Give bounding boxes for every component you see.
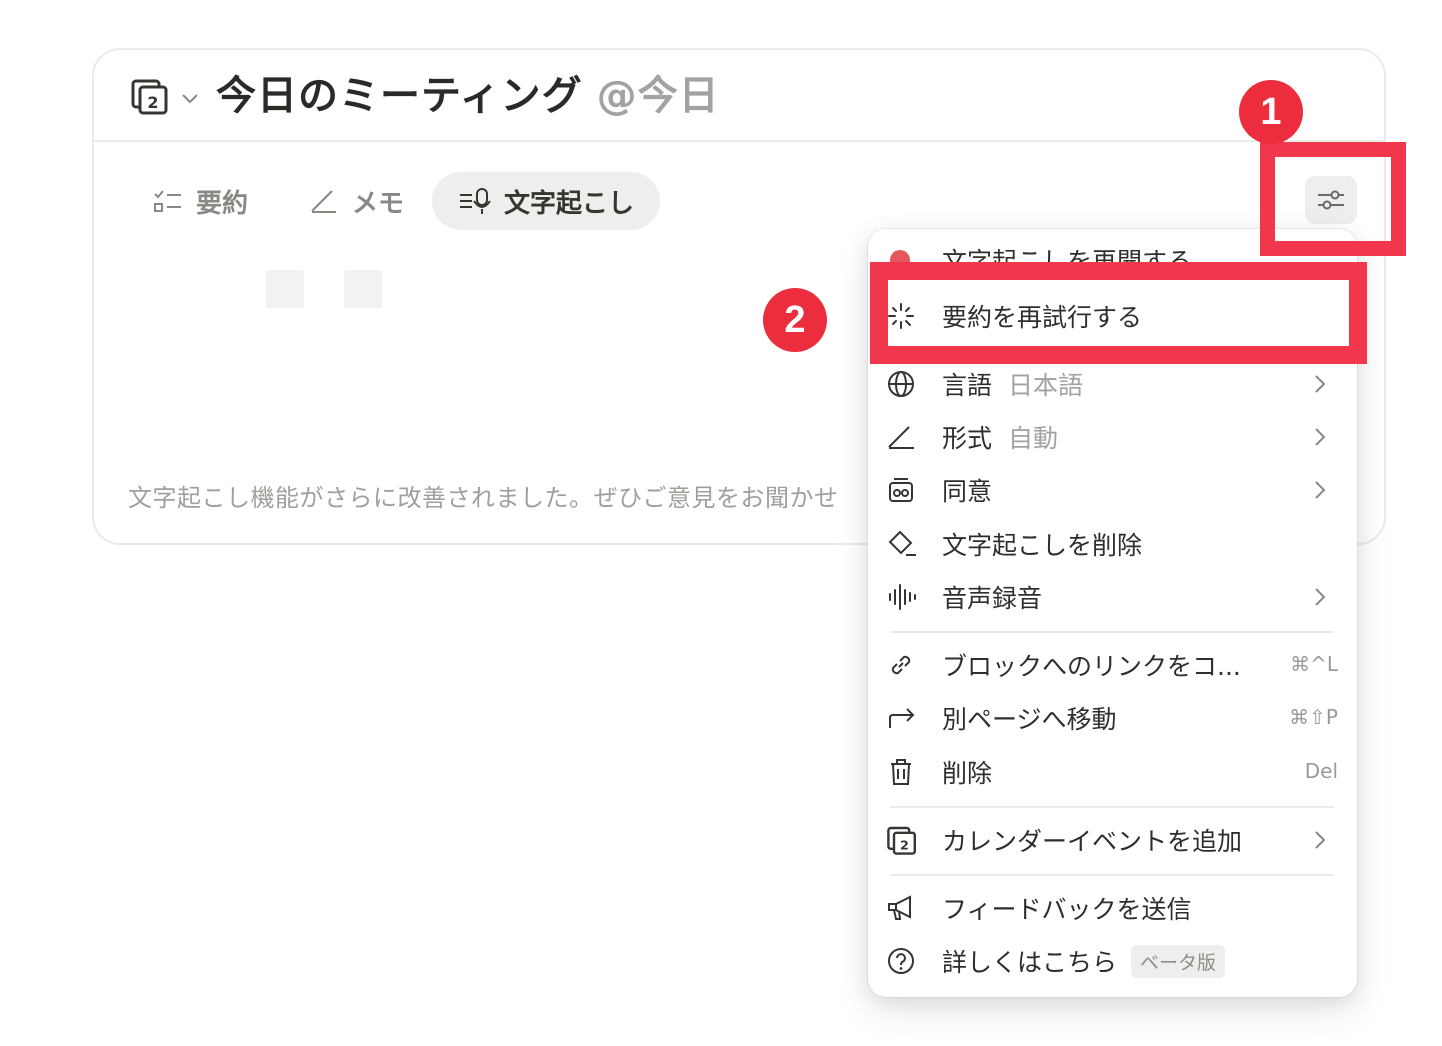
loading-placeholder xyxy=(344,270,382,308)
menu-item-send-feedback[interactable]: フィードバックを送信 xyxy=(886,883,1338,933)
menu-item-label: 言語 xyxy=(942,371,993,400)
menu-item-copy-link[interactable]: ブロックへのリンクをコ... ⌘^L xyxy=(886,640,1338,690)
language-value: 日本語 xyxy=(1008,371,1084,400)
page-title[interactable]: 今日のミーティング @今日 xyxy=(216,68,720,124)
feedback-notice: 文字起こし機能がさらに改善されました。ぜひご意見をお聞かせ xyxy=(128,484,839,512)
menu-item-label: カレンダーイベントを追加 xyxy=(942,827,1243,856)
move-arrow-icon xyxy=(889,708,915,728)
highlight-box-step-1 xyxy=(1260,142,1406,256)
shortcut-hint: Del xyxy=(1304,759,1338,783)
trash-icon xyxy=(891,759,911,785)
menu-item-audio-recording[interactable]: 音声録音 xyxy=(886,572,1338,622)
help-icon xyxy=(888,948,914,974)
menu-item-move-to[interactable]: 別ページへ移動 ⌘⇧P xyxy=(886,693,1338,743)
menu-item-add-calendar-event[interactable]: 2 カレンダーイベントを追加 xyxy=(886,815,1338,865)
menu-item-label: 音声録音 xyxy=(942,584,1043,613)
shortcut-hint: ⌘^L xyxy=(1290,652,1338,676)
loading-placeholder xyxy=(266,270,304,308)
calendar-icon[interactable]: 2 xyxy=(130,76,170,116)
menu-divider xyxy=(890,806,1334,808)
svg-text:2: 2 xyxy=(147,93,158,112)
eraser-icon xyxy=(888,530,916,556)
menu-divider xyxy=(890,874,1334,876)
menu-item-label: 詳しくはこちら xyxy=(942,948,1118,977)
menu-item-label: 同意 xyxy=(942,477,993,506)
menu-item-label: ブロックへのリンクをコ... xyxy=(942,652,1241,681)
pen-icon xyxy=(311,190,336,213)
menu-item-delete[interactable]: 削除 Del xyxy=(886,747,1338,797)
svg-text:2: 2 xyxy=(900,839,909,854)
checklist-icon xyxy=(154,190,181,212)
highlight-box-step-2 xyxy=(870,262,1367,364)
menu-item-delete-transcript[interactable]: 文字起こしを削除 xyxy=(886,519,1338,569)
pen-icon xyxy=(888,426,914,449)
tab-transcript[interactable]: 文字起こし xyxy=(432,172,661,230)
calendar-icon: 2 xyxy=(887,826,916,855)
date-mention[interactable]: @今日 xyxy=(597,73,720,119)
consent-icon xyxy=(889,478,913,502)
step-badge-2: 2 xyxy=(763,288,827,352)
menu-item-language[interactable]: 言語 日本語 xyxy=(886,359,1338,409)
step-badge-1: 1 xyxy=(1239,80,1303,144)
menu-item-learn-more[interactable]: 詳しくはこちら ベータ版 xyxy=(886,936,1338,986)
chevron-right-icon xyxy=(1315,588,1326,606)
tab-memo[interactable]: メモ xyxy=(300,172,412,230)
chevron-right-icon xyxy=(1315,375,1326,393)
chevron-right-icon xyxy=(1315,481,1326,499)
menu-item-label: フィードバックを送信 xyxy=(942,895,1192,924)
format-value: 自動 xyxy=(1008,424,1059,453)
chevron-down-icon[interactable] xyxy=(180,88,200,108)
menu-item-label: 文字起こしを削除 xyxy=(942,531,1143,560)
tab-label: 文字起こし xyxy=(504,188,635,219)
link-icon xyxy=(891,655,911,675)
menu-divider xyxy=(890,631,1334,633)
menu-item-format[interactable]: 形式 自動 xyxy=(886,412,1338,462)
block-header: 2 今日のミーティング @今日 xyxy=(94,50,1384,142)
menu-item-label: 別ページへ移動 xyxy=(942,705,1117,734)
menu-item-consent[interactable]: 同意 xyxy=(886,465,1338,515)
globe-icon xyxy=(888,371,914,397)
menu-item-label: 形式 xyxy=(942,424,993,453)
shortcut-hint: ⌘⇧P xyxy=(1289,705,1338,729)
tab-label: 要約 xyxy=(196,188,249,219)
title-text: 今日のミーティング xyxy=(216,73,583,119)
chevron-right-icon xyxy=(1315,428,1326,446)
menu-item-label: 削除 xyxy=(942,759,993,788)
waveform-icon xyxy=(889,584,916,610)
tab-label: メモ xyxy=(352,188,405,219)
transcript-mic-icon xyxy=(460,188,491,214)
tab-summary[interactable]: 要約 xyxy=(144,172,256,230)
megaphone-icon xyxy=(888,895,911,920)
chevron-right-icon xyxy=(1315,831,1326,849)
beta-badge: ベータ版 xyxy=(1131,944,1226,978)
